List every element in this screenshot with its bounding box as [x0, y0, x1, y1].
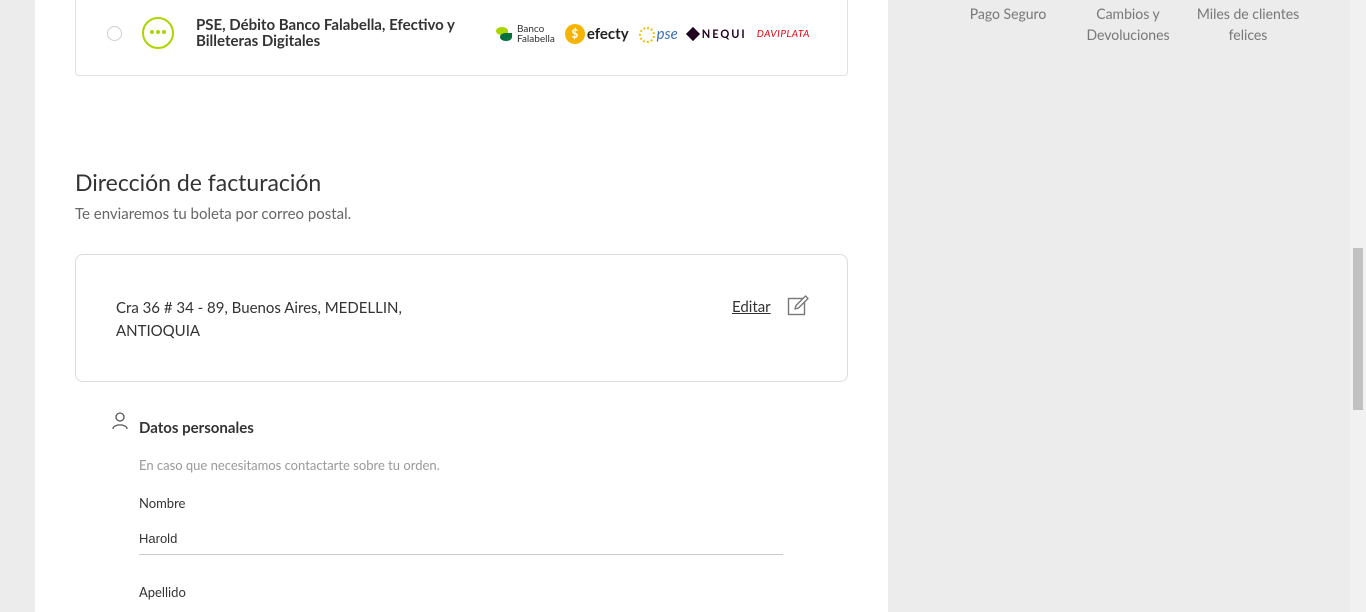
payment-option-card[interactable]: PSE, Débito Banco Falabella, Efectivo y … [75, 0, 848, 76]
payment-logos: Banco Falabella $ efecty pse NEQUI DAVIPL… [496, 20, 810, 48]
nequi-logo: NEQUI [685, 26, 747, 42]
billing-address-text: Cra 36 # 34 - 89, Buenos Aires, MEDELLIN… [116, 299, 402, 340]
last-name-label: Apellido [139, 584, 186, 600]
pse-logo: pse [638, 25, 678, 44]
order-summary-sidebar: Pago Seguro Cambios y Devoluciones Miles… [888, 0, 1350, 612]
personal-data-title: Datos personales [139, 419, 254, 437]
first-name-input[interactable] [139, 522, 783, 555]
edit-icon[interactable] [787, 295, 809, 317]
billing-heading: Dirección de facturación [75, 168, 322, 196]
trust-badges: Pago Seguro Cambios y Devoluciones Miles… [948, 3, 1308, 45]
efecty-logo: $ efecty [564, 24, 629, 44]
edit-address-link[interactable]: Editar [732, 298, 771, 316]
billing-address-card: Cra 36 # 34 - 89, Buenos Aires, MEDELLIN… [75, 254, 848, 382]
person-icon [112, 412, 128, 430]
more-options-icon [142, 17, 174, 49]
badge-secure-payment: Pago Seguro [969, 5, 1047, 22]
daviplata-logo: DAVIPLATA [756, 28, 810, 40]
scrollbar-thumb[interactable] [1353, 248, 1363, 410]
payment-option-radio[interactable] [107, 26, 122, 41]
badge-happy-customers: Miles de clientes felices [1196, 5, 1300, 43]
banco-falabella-logo: Banco Falabella [496, 24, 555, 44]
page-scrollbar[interactable] [1350, 0, 1366, 612]
payment-option-title: PSE, Débito Banco Falabella, Efectivo y … [196, 16, 455, 50]
personal-data-help: En caso que necesitamos contactarte sobr… [139, 457, 440, 473]
billing-subheading: Te enviaremos tu boleta por correo posta… [75, 205, 352, 223]
badge-returns: Cambios y Devoluciones [1086, 5, 1170, 43]
first-name-label: Nombre [139, 495, 186, 511]
checkout-main-panel: PSE, Débito Banco Falabella, Efectivo y … [35, 0, 888, 612]
